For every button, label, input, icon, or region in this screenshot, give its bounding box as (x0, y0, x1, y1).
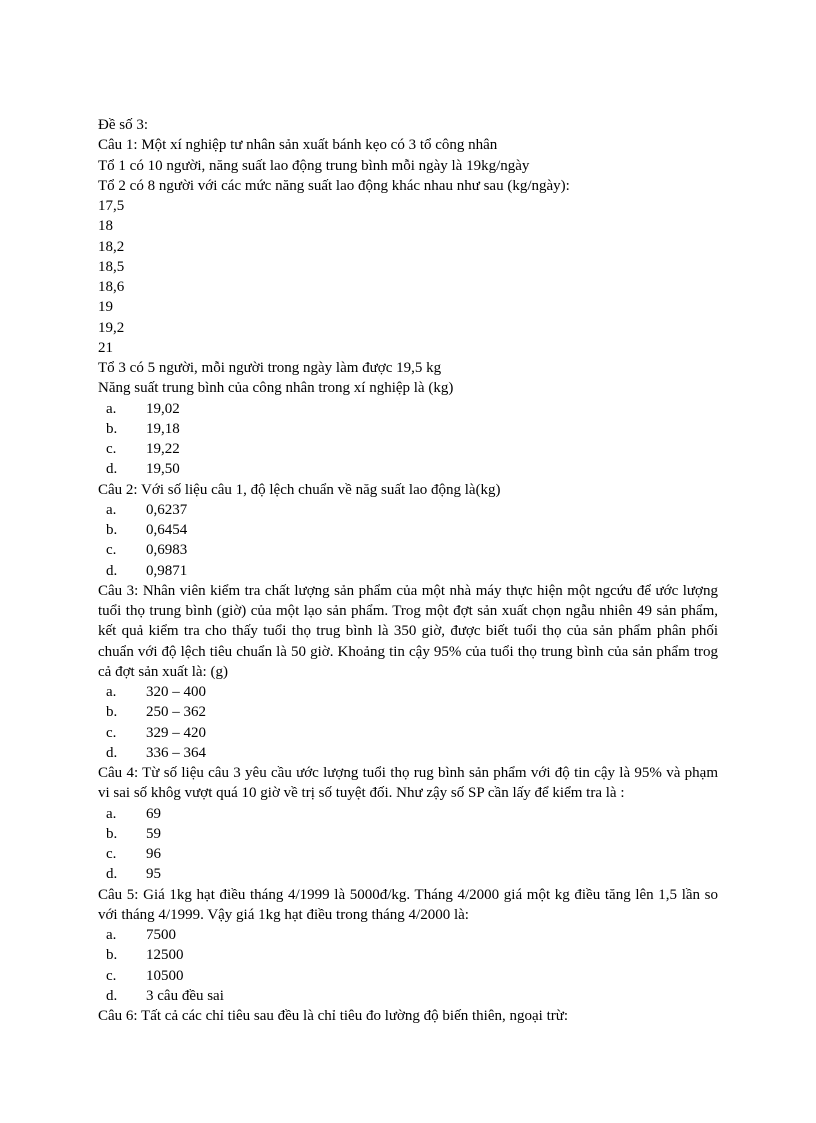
option-text: 95 (146, 866, 161, 882)
option-text: 320 – 400 (146, 684, 206, 700)
option-label: b. (126, 824, 146, 844)
option-label: c. (126, 723, 146, 743)
q1-line5: Năng suất trung bình của công nhân trong… (98, 378, 718, 398)
option-text: 0,6454 (146, 522, 187, 538)
option-text: 19,50 (146, 461, 180, 477)
option-label: b. (126, 702, 146, 722)
option-label: a. (126, 682, 146, 702)
q3-text: Câu 3: Nhân viên kiểm tra chất lượng sản… (98, 581, 718, 682)
option-text: 336 – 364 (146, 745, 206, 761)
q2-option-c: c.0,6983 (98, 540, 718, 560)
q5-text: Câu 5: Giá 1kg hạt điều tháng 4/1999 là … (98, 885, 718, 926)
option-text: 96 (146, 846, 161, 862)
q1-line4: Tổ 3 có 5 người, mỗi người trong ngày là… (98, 358, 718, 378)
q4-option-d: d.95 (98, 864, 718, 884)
q2-option-b: b.0,6454 (98, 520, 718, 540)
option-text: 3 câu đều sai (146, 988, 224, 1004)
q1-line2: Tổ 1 có 10 người, năng suất lao động tru… (98, 156, 718, 176)
option-label: a. (126, 925, 146, 945)
option-text: 0,6237 (146, 502, 187, 518)
exam-title: Đề số 3: (98, 115, 718, 135)
q3-option-b: b.250 – 362 (98, 702, 718, 722)
option-label: c. (126, 844, 146, 864)
option-text: 69 (146, 806, 161, 822)
option-text: 0,6983 (146, 542, 187, 558)
q1-value: 18,2 (98, 237, 718, 257)
q2-option-d: d.0,9871 (98, 561, 718, 581)
option-label: a. (126, 804, 146, 824)
option-text: 10500 (146, 968, 184, 984)
option-label: c. (126, 540, 146, 560)
q4-option-a: a.69 (98, 804, 718, 824)
q5-option-d: d.3 câu đều sai (98, 986, 718, 1006)
option-text: 19,02 (146, 401, 180, 417)
q4-option-c: c.96 (98, 844, 718, 864)
option-label: b. (126, 945, 146, 965)
q1-value: 17,5 (98, 196, 718, 216)
option-text: 19,18 (146, 421, 180, 437)
q1-value: 18,5 (98, 257, 718, 277)
option-text: 7500 (146, 927, 176, 943)
option-text: 250 – 362 (146, 704, 206, 720)
option-label: d. (126, 561, 146, 581)
q3-option-a: a.320 – 400 (98, 682, 718, 702)
option-label: b. (126, 419, 146, 439)
q1-option-a: a.19,02 (98, 399, 718, 419)
q5-option-b: b.12500 (98, 945, 718, 965)
option-label: c. (126, 439, 146, 459)
q1-option-d: d.19,50 (98, 459, 718, 479)
q1-option-c: c.19,22 (98, 439, 718, 459)
option-label: d. (126, 743, 146, 763)
option-text: 12500 (146, 947, 184, 963)
q1-value: 19,2 (98, 318, 718, 338)
option-text: 59 (146, 826, 161, 842)
option-label: b. (126, 520, 146, 540)
q3-option-c: c.329 – 420 (98, 723, 718, 743)
q2-option-a: a.0,6237 (98, 500, 718, 520)
option-text: 0,9871 (146, 563, 187, 579)
q3-option-d: d.336 – 364 (98, 743, 718, 763)
q1-value: 19 (98, 297, 718, 317)
option-label: d. (126, 459, 146, 479)
q1-option-b: b.19,18 (98, 419, 718, 439)
q5-option-a: a.7500 (98, 925, 718, 945)
q5-option-c: c.10500 (98, 966, 718, 986)
q2-text: Câu 2: Với số liệu câu 1, độ lệch chuẩn … (98, 480, 718, 500)
q6-text: Câu 6: Tất cả các chỉ tiêu sau đều là ch… (98, 1006, 718, 1026)
q1-value: 18 (98, 216, 718, 236)
q4-text: Câu 4: Từ số liệu câu 3 yêu cầu ước lượn… (98, 763, 718, 804)
q1-line1: Câu 1: Một xí nghiệp tư nhân sản xuất bá… (98, 135, 718, 155)
q1-value: 18,6 (98, 277, 718, 297)
q4-option-b: b.59 (98, 824, 718, 844)
option-text: 19,22 (146, 441, 180, 457)
option-label: a. (126, 500, 146, 520)
q1-value: 21 (98, 338, 718, 358)
option-label: c. (126, 966, 146, 986)
q1-line3: Tổ 2 có 8 người với các mức năng suất la… (98, 176, 718, 196)
option-label: a. (126, 399, 146, 419)
option-label: d. (126, 864, 146, 884)
option-text: 329 – 420 (146, 725, 206, 741)
option-label: d. (126, 986, 146, 1006)
